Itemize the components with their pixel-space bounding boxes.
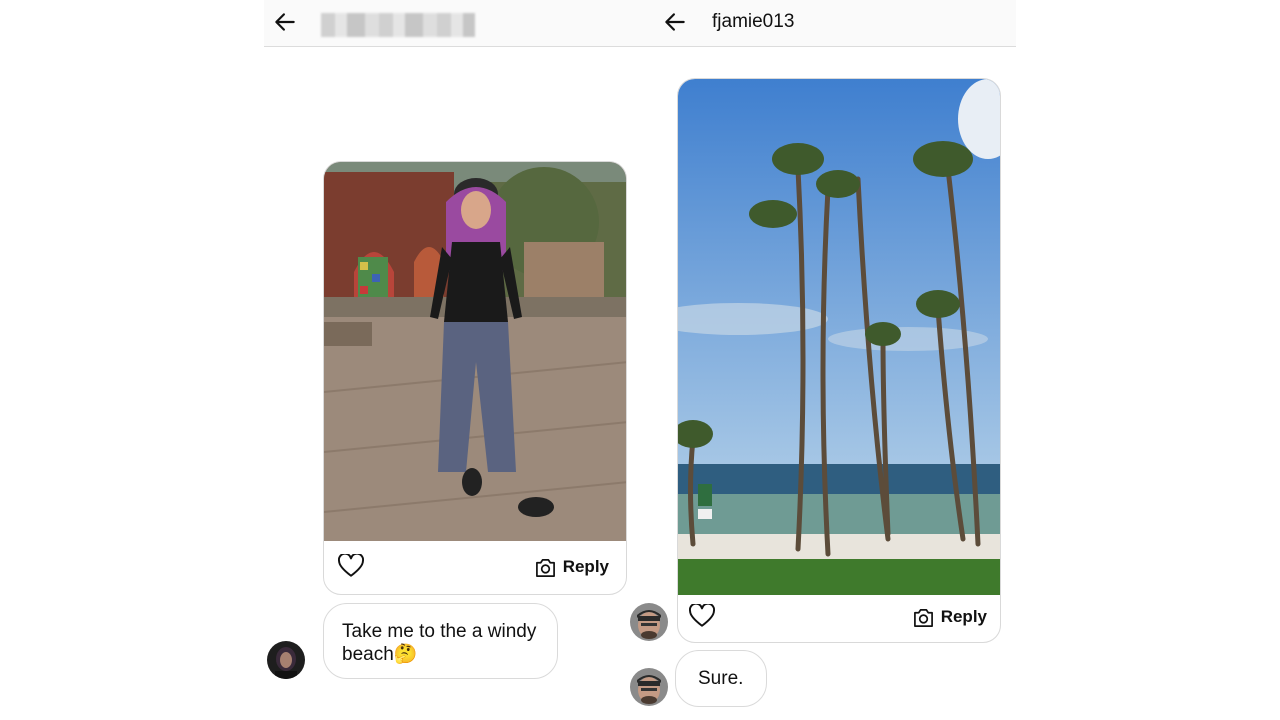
avatar-photo <box>630 603 668 641</box>
reply-label: Reply <box>562 557 609 576</box>
conversation-username[interactable]: fjamie013 <box>712 11 794 33</box>
contact-avatar[interactable] <box>267 641 305 679</box>
story-photo-woman-courtyard <box>324 162 626 541</box>
avatar-photo <box>630 668 668 706</box>
avatar-photo <box>267 641 305 679</box>
conversation-header <box>264 0 627 47</box>
camera-icon <box>535 558 555 577</box>
back-arrow-icon[interactable] <box>272 9 298 35</box>
sender-avatar[interactable] <box>630 603 668 641</box>
sender-avatar[interactable] <box>630 668 668 706</box>
story-card-actions: Reply <box>678 593 1000 642</box>
shared-story-card[interactable]: Reply <box>677 78 1001 643</box>
story-reply-button[interactable]: Reply <box>912 604 987 630</box>
redacted-username <box>321 13 475 37</box>
story-reply-button[interactable]: Reply <box>534 554 609 580</box>
heart-outline-icon[interactable] <box>338 554 364 578</box>
story-photo-windy-palms <box>678 79 1000 595</box>
reply-label: Reply <box>940 607 987 626</box>
right-conversation-pane: fjamie013 Reply Sure. <box>627 0 1016 720</box>
shared-story-card[interactable]: Reply <box>323 161 627 595</box>
message-bubble: Sure. <box>675 650 767 707</box>
message-bubble: Take me to the a windy beach🤔 <box>323 603 558 679</box>
heart-outline-icon[interactable] <box>689 604 715 628</box>
story-card-actions: Reply <box>324 540 626 594</box>
left-conversation-pane: Reply Take me to the a windy beach🤔 <box>264 0 627 720</box>
back-arrow-icon[interactable] <box>662 9 688 35</box>
conversation-header: fjamie013 <box>627 0 1016 47</box>
camera-icon <box>913 608 933 627</box>
